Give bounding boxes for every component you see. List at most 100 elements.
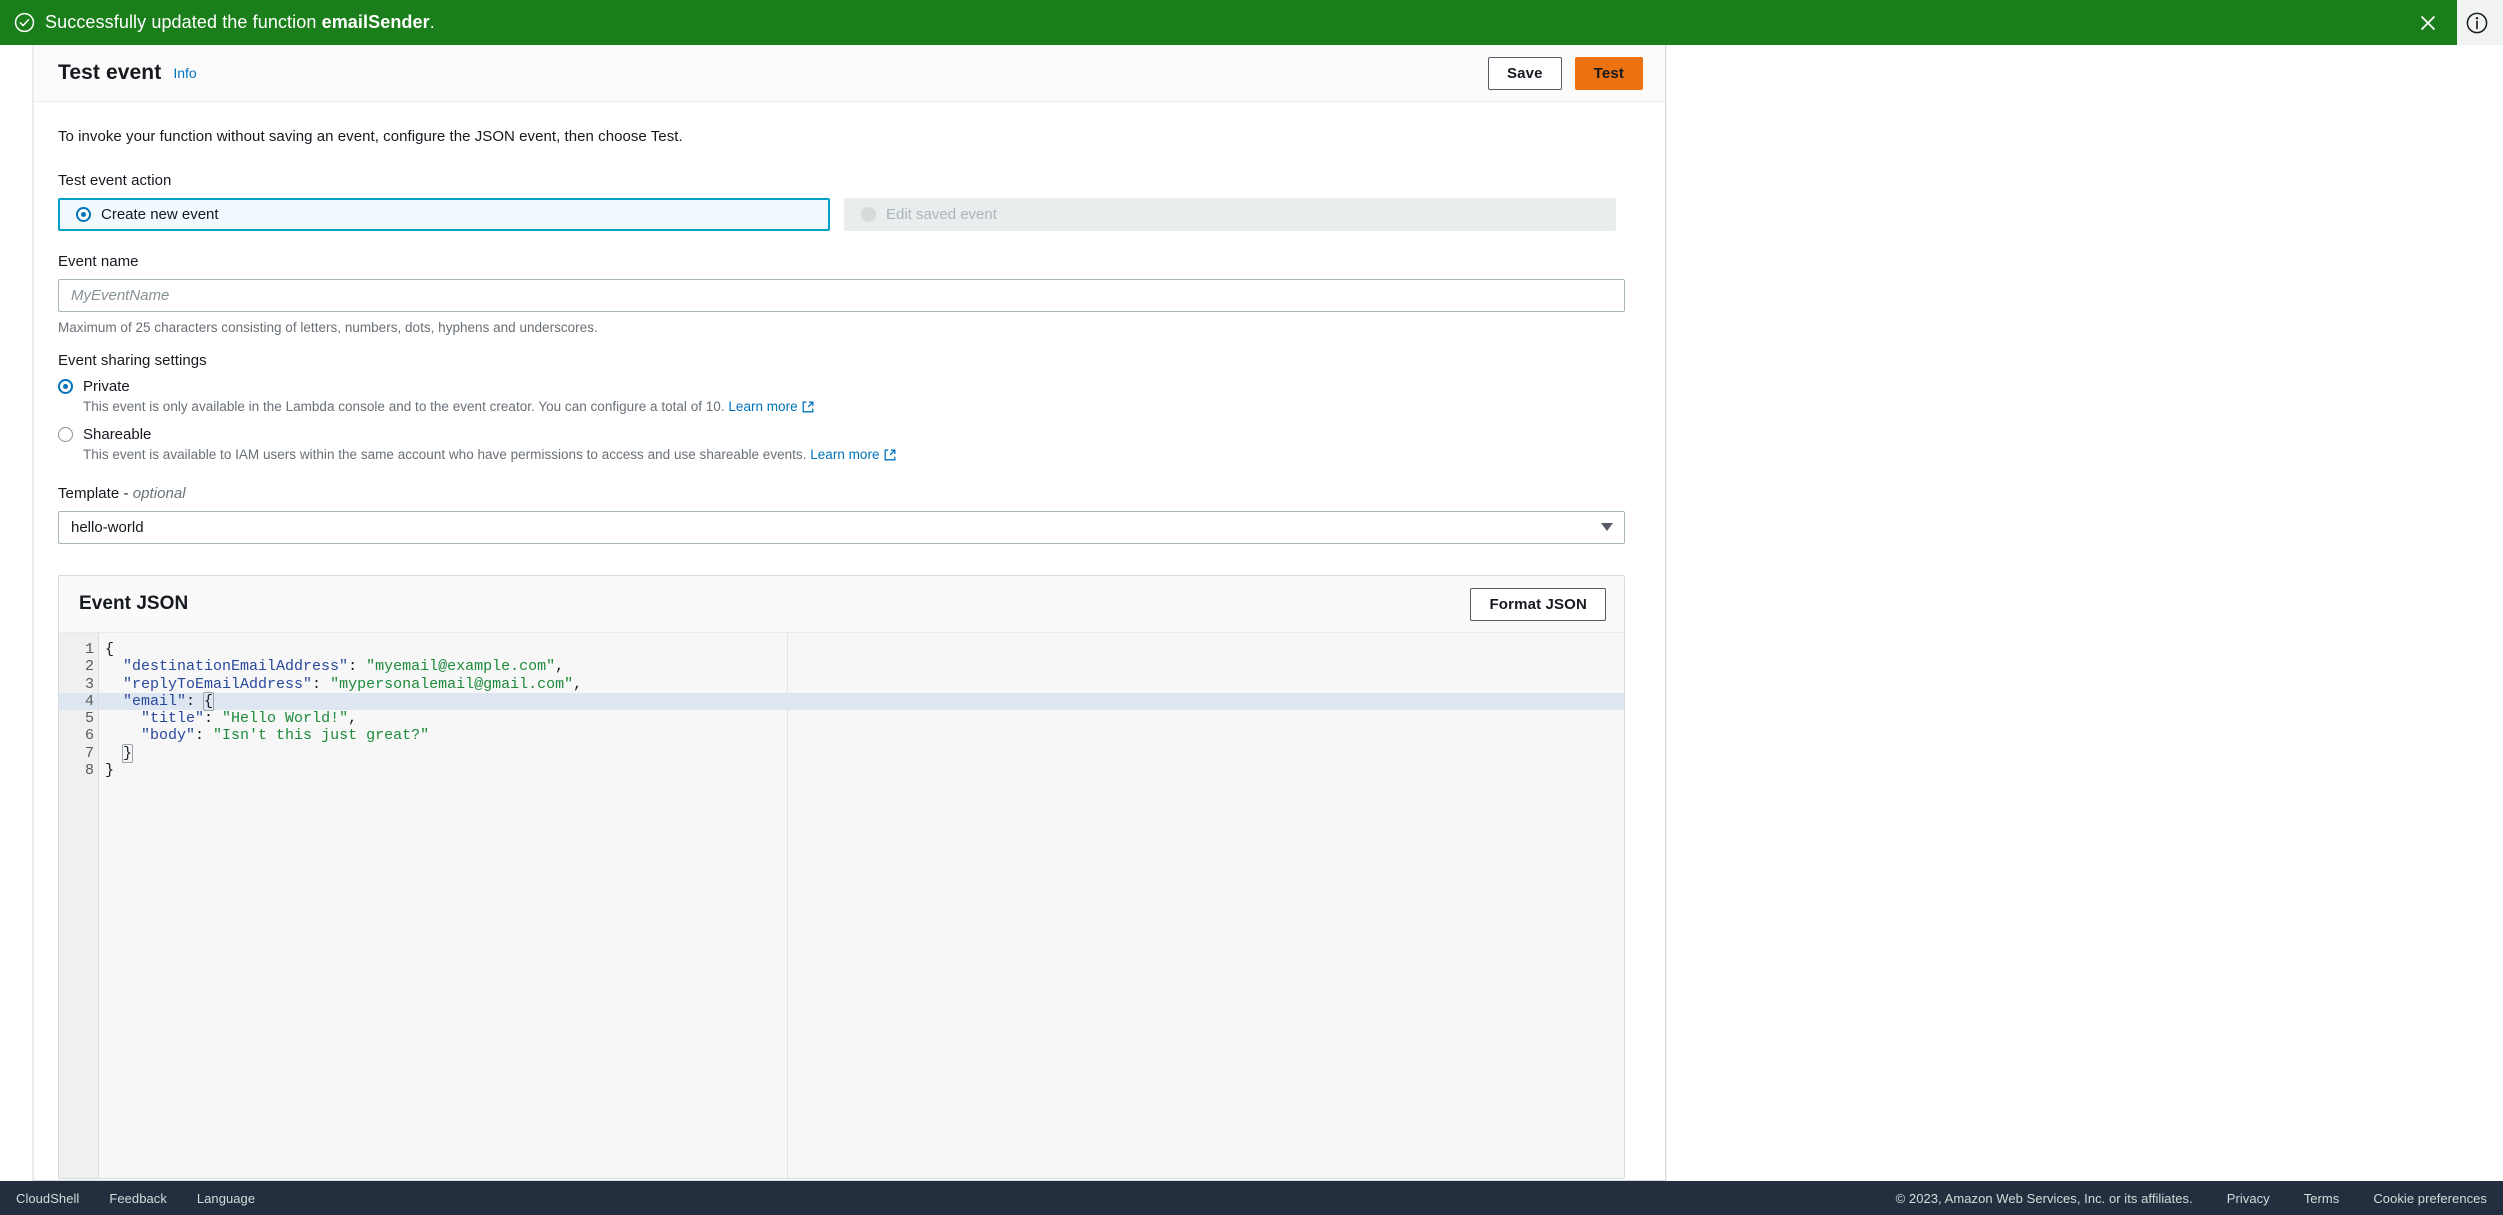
- gutter-line-number: 5: [84, 710, 94, 728]
- test-event-panel: Test event Info Save Test To invoke your…: [33, 45, 1666, 1181]
- test-button[interactable]: Test: [1574, 56, 1643, 90]
- footer-copyright: © 2023, Amazon Web Services, Inc. or its…: [1895, 1190, 2193, 1206]
- template-select-value: hello-world: [71, 519, 144, 536]
- code-token-punc: ,: [573, 675, 583, 693]
- success-flash-message: Successfully updated the function emailS…: [45, 12, 435, 33]
- code-token-str: "myemail@example.com": [366, 658, 556, 676]
- code-token-key: "body": [141, 727, 196, 745]
- info-circle-icon[interactable]: [2465, 11, 2489, 35]
- test-event-action-group: Create new event Edit saved event: [58, 198, 1641, 231]
- code-line: {: [99, 641, 1624, 658]
- code-token-key: "destinationEmailAddress": [123, 658, 349, 676]
- radio-tile-edit-saved-event: Edit saved event: [844, 198, 1616, 231]
- footer-link-privacy[interactable]: Privacy: [2227, 1191, 2270, 1206]
- code-token-str: "mypersonalemail@gmail.com": [330, 675, 574, 693]
- footer-link-language[interactable]: Language: [197, 1191, 255, 1206]
- gutter-line-number: 8: [84, 762, 94, 780]
- footer-left-links: CloudShell Feedback Language: [16, 1191, 255, 1206]
- page-title: Test event: [58, 61, 162, 84]
- code-token-punc: :: [312, 675, 331, 693]
- radio-tile-label: Create new event: [101, 206, 219, 223]
- radio-private[interactable]: Private: [58, 378, 1641, 395]
- template-label-main: Template -: [58, 485, 133, 502]
- learn-more-link-private[interactable]: Learn more: [728, 399, 797, 414]
- code-token-punc: {: [105, 641, 115, 658]
- gutter-line-number: 3: [84, 675, 94, 693]
- panel-body: To invoke your function without saving a…: [34, 102, 1665, 1179]
- gutter-line-number: 4▼: [59, 692, 107, 711]
- code-line: "email": {: [99, 691, 1624, 711]
- template-label: Template - optional: [58, 485, 1641, 502]
- code-line: "replyToEmailAddress": "mypersonalemail@…: [99, 676, 1624, 693]
- event-json-card: Event JSON Format JSON 1▼234▼5678 { "des…: [58, 575, 1625, 1179]
- template-label-optional: optional: [132, 485, 186, 502]
- footer-right-links: © 2023, Amazon Web Services, Inc. or its…: [1896, 1191, 2487, 1206]
- page-footer: CloudShell Feedback Language © 2023, Amazo…: [0, 1181, 2503, 1215]
- code-token-key: "replyToEmailAddress": [123, 675, 313, 693]
- code-token-punc: }: [105, 762, 115, 780]
- radio-shareable-label: Shareable: [83, 426, 152, 443]
- radio-shareable-description-text: This event is available to IAM users wit…: [83, 447, 807, 462]
- radio-tile-label: Edit saved event: [886, 206, 997, 223]
- gutter-line-number: 6: [84, 727, 94, 745]
- code-line: "body": "Isn't this just great?": [99, 727, 1624, 744]
- code-token-str: "Isn't this just great?": [213, 727, 430, 745]
- footer-link-terms[interactable]: Terms: [2304, 1191, 2340, 1206]
- footer-link-cloudshell[interactable]: CloudShell: [16, 1191, 79, 1206]
- code-line: "destinationEmailAddress": "myemail@exam…: [99, 658, 1624, 675]
- flash-suffix: .: [429, 12, 435, 32]
- flash-function-name: emailSender: [321, 12, 430, 32]
- radio-icon-selected: [58, 379, 73, 394]
- event-json-header: Event JSON Format JSON: [59, 576, 1624, 633]
- external-link-icon: [802, 401, 814, 413]
- gutter-line-number: 7: [84, 744, 94, 762]
- editor-gutter: 1▼234▼5678: [59, 633, 107, 1178]
- panel-right-gap: [1667, 45, 2503, 1181]
- code-token-brace: }: [122, 743, 134, 763]
- radio-icon-unselected: [58, 427, 73, 442]
- code-token-key: "email": [123, 692, 187, 710]
- code-token-key: "title": [141, 710, 205, 728]
- gutter-line-number: 1▼: [59, 641, 107, 658]
- code-token-punc: :: [348, 658, 367, 676]
- code-line: }: [99, 743, 1624, 763]
- template-select[interactable]: hello-world: [58, 511, 1625, 544]
- external-link-icon: [884, 449, 896, 461]
- radio-private-label: Private: [83, 378, 130, 395]
- code-token-punc: ,: [555, 658, 565, 676]
- panel-left-rail: [0, 45, 33, 1181]
- gutter-line-number: 2: [84, 658, 94, 676]
- event-json-editor[interactable]: 1▼234▼5678 { "destinationEmailAddress": …: [59, 633, 1624, 1178]
- radio-icon-disabled: [861, 207, 876, 222]
- check-circle-icon: [14, 12, 35, 33]
- code-token-str: "Hello World!": [222, 710, 349, 728]
- info-link[interactable]: Info: [173, 65, 196, 81]
- code-token-punc: :: [204, 710, 223, 728]
- editor-code-area[interactable]: { "destinationEmailAddress": "myemail@ex…: [99, 633, 1624, 1178]
- radio-private-description: This event is only available in the Lamb…: [83, 399, 1641, 414]
- event-name-label: Event name: [58, 253, 139, 270]
- radio-tile-create-new-event[interactable]: Create new event: [58, 198, 830, 231]
- footer-legal-links: Privacy Terms Cookie preferences: [2227, 1191, 2487, 1206]
- format-json-button[interactable]: Format JSON: [1470, 587, 1606, 621]
- event-name-input[interactable]: [58, 279, 1625, 312]
- radio-private-description-text: This event is only available in the Lamb…: [83, 399, 725, 414]
- test-event-action-label: Test event action: [58, 172, 172, 189]
- success-flash-banner: Successfully updated the function emailS…: [0, 0, 2457, 45]
- code-token-brace: {: [203, 691, 215, 711]
- footer-link-cookie-preferences[interactable]: Cookie preferences: [2373, 1191, 2487, 1206]
- flash-prefix: Successfully updated the function: [45, 12, 322, 32]
- code-token-punc: :: [186, 692, 205, 710]
- template-select-wrapper: hello-world: [58, 511, 1625, 544]
- text-cursor: [213, 692, 215, 708]
- code-token-punc: ,: [348, 710, 358, 728]
- intro-text: To invoke your function without saving a…: [58, 128, 683, 145]
- footer-link-feedback[interactable]: Feedback: [109, 1191, 167, 1206]
- close-icon[interactable]: [2399, 0, 2457, 45]
- save-button[interactable]: Save: [1488, 56, 1562, 90]
- code-token-punc: :: [195, 727, 214, 745]
- event-name-hint: Maximum of 25 characters consisting of l…: [58, 320, 598, 335]
- panel-header: Test event Info Save Test: [34, 45, 1665, 102]
- learn-more-link-shareable[interactable]: Learn more: [810, 447, 879, 462]
- radio-shareable[interactable]: Shareable: [58, 426, 1641, 443]
